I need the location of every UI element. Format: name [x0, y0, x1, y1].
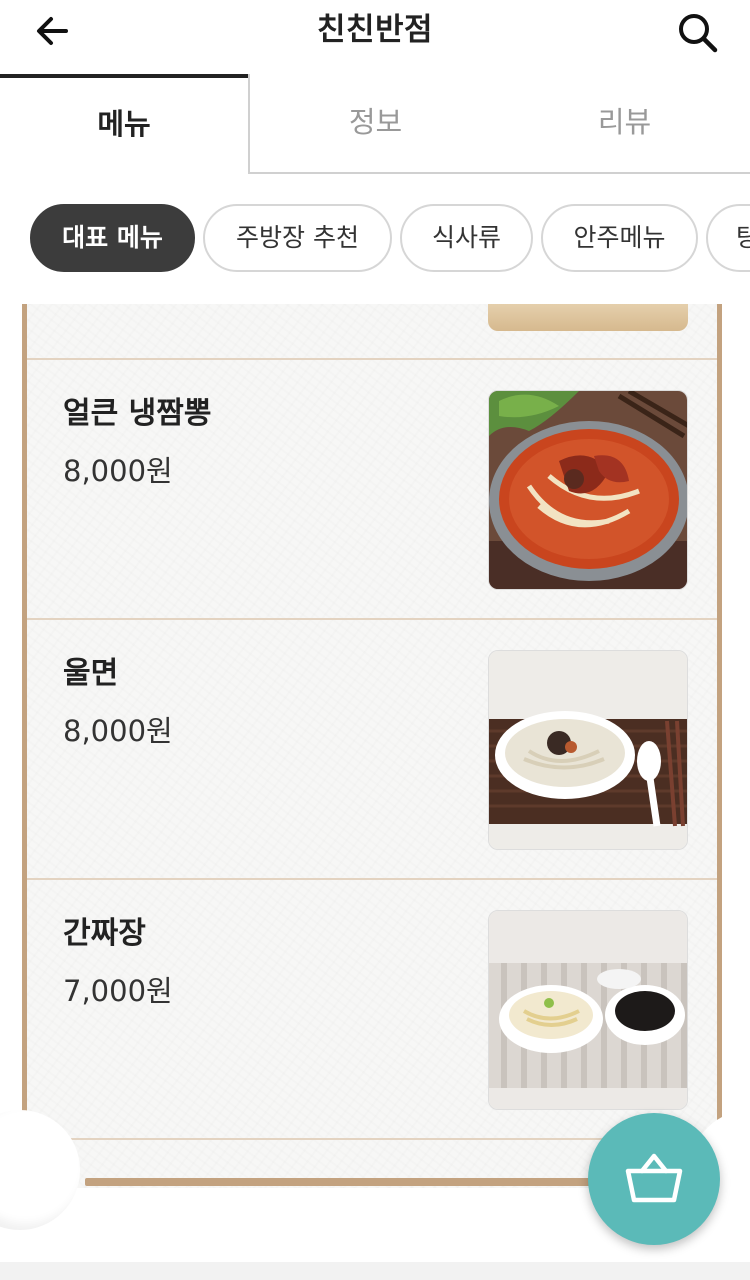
menu-item-photo[interactable] — [488, 910, 688, 1110]
menu-item[interactable]: 얼큰 냉짬뽕 8,000원 — [27, 360, 717, 620]
tab-info[interactable]: 정보 — [248, 74, 501, 174]
menu-item-name: 간짜장 — [63, 916, 146, 951]
menu-item-name: 울면 — [63, 656, 119, 691]
tab-bar: 메뉴 정보 리뷰 — [0, 74, 750, 174]
paper-bottom-edge — [85, 1178, 645, 1186]
category-chip-bar: 대표 메뉴 주방장 추천 식사류 안주메뉴 탕 — [0, 174, 750, 304]
chip-meals[interactable]: 식사류 — [400, 204, 533, 272]
page-title: 친친반점 — [316, 12, 434, 48]
chip-soup[interactable]: 탕 — [706, 204, 750, 272]
menu-item-price: 8,000원 — [63, 714, 173, 748]
menu-item-photo[interactable] — [488, 390, 688, 590]
search-button[interactable] — [674, 8, 722, 56]
menu-item-photo[interactable] — [488, 650, 688, 850]
menu-item[interactable]: 간짜장 7,000원 — [27, 880, 717, 1140]
cart-button[interactable] — [588, 1113, 720, 1245]
menu-list: 얼큰 냉짬뽕 8,000원 울면 8,000원 간짜장 7,000원 — [0, 304, 750, 1244]
chip-side-dishes[interactable]: 안주메뉴 — [541, 204, 698, 272]
menu-item-price: 7,000원 — [63, 974, 173, 1008]
chip-signature-menu[interactable]: 대표 메뉴 — [30, 204, 195, 272]
menu-item-name: 얼큰 냉짬뽕 — [63, 396, 212, 431]
tab-reviews[interactable]: 리뷰 — [499, 74, 750, 174]
menu-item[interactable]: 울면 8,000원 — [27, 620, 717, 880]
shopping-basket-icon — [625, 1153, 683, 1203]
menu-item-price: 8,000원 — [63, 454, 173, 488]
search-icon — [679, 14, 718, 53]
tab-menu[interactable]: 메뉴 — [0, 74, 248, 174]
chip-chef-recommend[interactable]: 주방장 추천 — [203, 204, 392, 272]
bottom-system-bar — [0, 1262, 750, 1280]
top-app-bar: 친친반점 — [0, 0, 750, 74]
previous-item-photo[interactable] — [488, 304, 688, 331]
